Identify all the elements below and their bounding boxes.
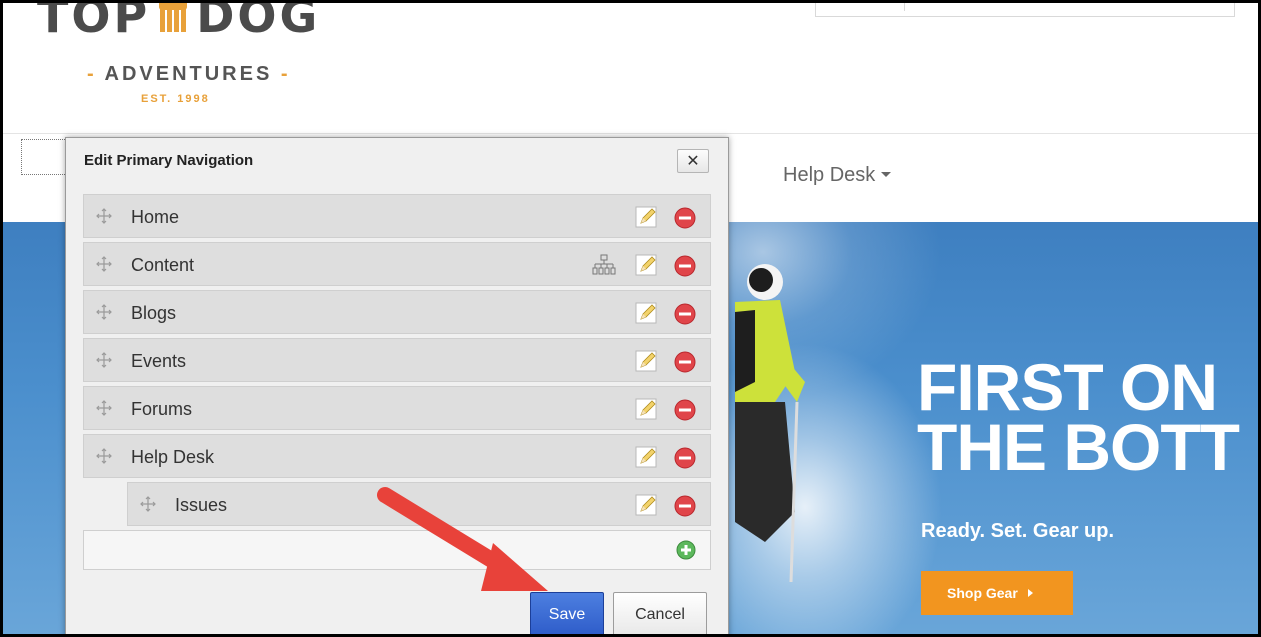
close-button[interactable]: ✕ — [677, 149, 709, 173]
nav-list-item-label: Issues — [175, 495, 228, 515]
hero-headline-line2: THE BOTT — [917, 410, 1240, 484]
remove-icon[interactable] — [674, 351, 696, 373]
shop-gear-button[interactable]: Shop Gear — [921, 571, 1073, 615]
nav-list-item-label: Forums — [131, 399, 193, 419]
remove-icon[interactable] — [674, 255, 696, 277]
top-utility-bar[interactable] — [815, 3, 1235, 17]
nav-list-subitem[interactable]: Issues — [127, 482, 711, 526]
skier-image — [735, 264, 805, 582]
edit-pencil-icon[interactable] — [635, 254, 659, 276]
logo-dog-text: DOG — [196, 0, 321, 43]
edit-pencil-icon[interactable] — [635, 302, 659, 324]
logo-wordmark: TOP DOG — [37, 0, 321, 43]
edit-pencil-icon[interactable] — [635, 494, 659, 516]
nav-item-help-desk[interactable]: Help Desk — [783, 164, 892, 187]
remove-icon[interactable] — [674, 207, 696, 229]
remove-icon[interactable] — [674, 495, 696, 517]
nav-list-item[interactable]: Help Desk — [83, 434, 711, 478]
nav-list-item-label: Home — [131, 207, 180, 227]
remove-icon[interactable] — [674, 447, 696, 469]
add-nav-item-row — [83, 530, 711, 570]
logo-dash-right: - — [280, 63, 291, 85]
site-header: TOP DOG - ADVENTURES - EST. 1998 — [3, 3, 1258, 133]
logo-top-text: TOP — [37, 0, 151, 43]
nav-list-item-label: Content — [131, 255, 195, 275]
remove-icon[interactable] — [674, 303, 696, 325]
nav-help-desk-label: Help Desk — [783, 164, 876, 186]
hero-headline: FIRST ON THE BOTT — [917, 350, 1240, 484]
drag-handle-icon[interactable] — [96, 400, 112, 416]
drag-handle-icon[interactable] — [96, 256, 112, 272]
nav-list-item-label: Help Desk — [131, 447, 215, 467]
sitemap-icon[interactable] — [592, 254, 616, 276]
cancel-button[interactable]: Cancel — [613, 592, 707, 634]
drag-handle-icon[interactable] — [140, 496, 156, 512]
drag-handle-icon[interactable] — [96, 304, 112, 320]
nav-list-item[interactable]: Events — [83, 338, 711, 382]
edit-pencil-icon[interactable] — [635, 206, 659, 228]
edit-pencil-icon[interactable] — [635, 350, 659, 372]
drag-handle-icon[interactable] — [96, 208, 112, 224]
arrow-right-icon — [1027, 589, 1033, 597]
close-icon: ✕ — [686, 151, 700, 170]
nav-list-item-label: Events — [131, 351, 187, 371]
logo-subtitle-text: ADVENTURES — [104, 63, 273, 85]
edit-pencil-icon[interactable] — [635, 446, 659, 468]
nav-edit-target[interactable] — [21, 139, 71, 175]
remove-icon[interactable] — [674, 399, 696, 421]
shop-gear-label: Shop Gear — [947, 585, 1018, 601]
edit-pencil-icon[interactable] — [635, 398, 659, 420]
drag-handle-icon[interactable] — [96, 448, 112, 464]
dog-logo-icon — [159, 3, 188, 32]
screenshot-frame: TOP DOG - ADVENTURES - EST. 1998 Help De… — [0, 0, 1261, 637]
save-button[interactable]: Save — [530, 592, 604, 634]
nav-list-item[interactable]: Content — [83, 242, 711, 286]
nav-list-item[interactable]: Home — [83, 194, 711, 238]
nav-item-list: Home Content Blogs Events Forums Help De… — [83, 194, 711, 570]
caret-down-icon — [881, 172, 892, 177]
dialog-title: Edit Primary Navigation — [84, 152, 254, 169]
add-icon[interactable] — [676, 540, 696, 560]
nav-list-item[interactable]: Forums — [83, 386, 711, 430]
drag-handle-icon[interactable] — [96, 352, 112, 368]
edit-navigation-dialog: Edit Primary Navigation ✕ Home Content B… — [65, 137, 729, 634]
hero-tagline: Ready. Set. Gear up. — [921, 520, 1115, 542]
logo-dash-left: - — [87, 63, 97, 85]
site-logo[interactable]: TOP DOG - ADVENTURES - EST. 1998 — [25, 3, 365, 127]
nav-list-item[interactable]: Blogs — [83, 290, 711, 334]
logo-subtitle: - ADVENTURES - — [87, 63, 291, 86]
logo-established: EST. 1998 — [141, 93, 210, 105]
utility-divider — [904, 3, 905, 11]
nav-list-item-label: Blogs — [131, 303, 177, 323]
hero-headline-line1: FIRST ON — [917, 350, 1218, 424]
